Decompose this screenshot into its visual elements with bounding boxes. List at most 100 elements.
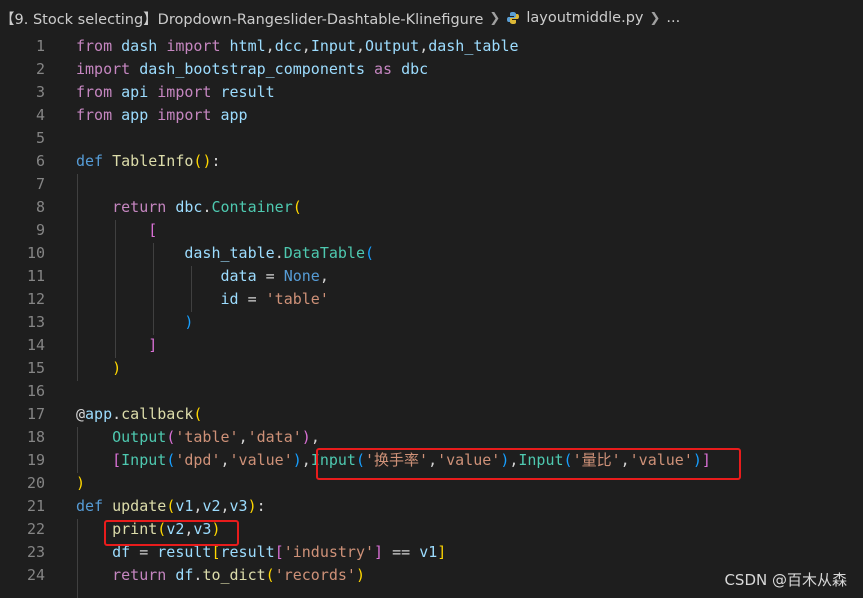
code-token: ( (265, 566, 275, 584)
code-token: from (76, 83, 113, 101)
code-token: app (211, 106, 248, 124)
code-token: , (220, 451, 230, 469)
code-line[interactable]: 8 return dbc.Container( (0, 196, 863, 219)
code-token: , (238, 428, 248, 446)
highlight-box-print (104, 520, 239, 546)
code-token: app (112, 106, 158, 124)
code-token: app (85, 405, 113, 423)
code-token: , (265, 37, 275, 55)
code-token: def (76, 497, 104, 515)
code-line[interactable]: 3 from api import result (0, 81, 863, 104)
line-number: 6 (35, 152, 45, 170)
code-token: import (157, 106, 212, 124)
code-token: v1 (175, 497, 194, 515)
code-token: df (175, 566, 194, 584)
code-line[interactable]: 1 from dash import html,dcc,Input,Output,… (0, 35, 863, 58)
code-text: Output('table','data'), (76, 426, 320, 449)
line-number: 23 (26, 543, 45, 561)
code-token: ) (247, 497, 257, 515)
line-number: 17 (26, 405, 45, 423)
line-number: 14 (26, 336, 45, 354)
line-number: 2 (35, 60, 45, 78)
breadcrumb-folder[interactable]: 【9. Stock selecting】Dropdown-Rangeslider… (0, 8, 483, 29)
code-line[interactable]: 4 from app import app (0, 104, 863, 127)
code-line[interactable]: 14 ] (0, 334, 863, 357)
line-number: 4 (35, 106, 45, 124)
line-number: 3 (35, 83, 45, 101)
chevron-right-icon: ❯ (649, 10, 661, 26)
code-token: as (374, 60, 393, 78)
code-line[interactable]: 7 (0, 173, 863, 196)
code-line[interactable]: 17 @app.callback( (0, 403, 863, 426)
code-token: 'records' (274, 566, 356, 584)
line-number: 22 (26, 520, 45, 538)
line-number: 20 (26, 474, 45, 492)
code-line[interactable]: 18 Output('table','data'), (0, 426, 863, 449)
code-token: ) (184, 313, 194, 331)
code-token: Input (121, 451, 167, 469)
code-line[interactable]: 21 def update(v1,v2,v3): (0, 495, 863, 518)
line-number: 16 (26, 382, 45, 400)
code-token: v2 (202, 497, 221, 515)
code-token: ( (166, 428, 176, 446)
code-text: ) (76, 472, 85, 495)
code-text: def update(v1,v2,v3): (76, 495, 266, 518)
code-line[interactable]: 13 ) (0, 311, 863, 334)
code-text: from api import result (76, 81, 275, 104)
line-number: 9 (35, 221, 45, 239)
code-line[interactable]: 5 (0, 127, 863, 150)
code-text: data = None, (76, 265, 329, 288)
line-number: 10 (26, 244, 45, 262)
code-token: 'table' (175, 428, 239, 446)
code-token: update (112, 497, 167, 515)
code-line[interactable]: 16 (0, 380, 863, 403)
breadcrumb-more[interactable]: ... (666, 10, 680, 26)
breadcrumb-file[interactable]: layoutmiddle.py (526, 10, 643, 26)
code-token: dbc (175, 198, 203, 216)
code-token: , (419, 37, 429, 55)
line-number: 21 (26, 497, 45, 515)
code-token: ) (301, 428, 311, 446)
code-token: ) (76, 474, 86, 492)
code-token: 'value' (229, 451, 293, 469)
code-token: , (220, 497, 230, 515)
code-token: ( (166, 497, 176, 515)
code-token: ( (166, 451, 176, 469)
code-token: , (301, 37, 311, 55)
code-token: html (229, 37, 266, 55)
code-line[interactable]: 9 [ (0, 219, 863, 242)
code-token: data (220, 267, 257, 285)
code-line[interactable]: 10 dash_table.DataTable( (0, 242, 863, 265)
code-token: , (310, 428, 320, 446)
code-token: return (112, 566, 167, 584)
watermark: CSDN @百木从森 (724, 571, 847, 589)
code-token: @ (76, 405, 86, 423)
code-token: 'data' (247, 428, 302, 446)
code-token: . (112, 405, 122, 423)
code-line[interactable]: 6 def TableInfo(): (0, 150, 863, 173)
code-line[interactable]: 15 ) (0, 357, 863, 380)
code-token: : (256, 497, 266, 515)
code-line[interactable]: 2 import dash_bootstrap_components as dbc (0, 58, 863, 81)
code-token: dash (112, 37, 167, 55)
code-token: ( (365, 244, 375, 262)
code-text: dash_table.DataTable( (76, 242, 374, 265)
code-token: , (301, 451, 311, 469)
code-line[interactable]: 11 data = None, (0, 265, 863, 288)
code-text: import dash_bootstrap_components as dbc (76, 58, 428, 81)
code-token: ] (437, 543, 447, 561)
code-token: Output (112, 428, 167, 446)
code-token: from (76, 106, 113, 124)
code-token: return (112, 198, 167, 216)
code-line[interactable]: 12 id = 'table' (0, 288, 863, 311)
code-editor[interactable]: 1 from dash import html,dcc,Input,Output,… (0, 36, 863, 598)
highlight-box-inputs (316, 448, 741, 480)
code-token: dcc (274, 37, 302, 55)
